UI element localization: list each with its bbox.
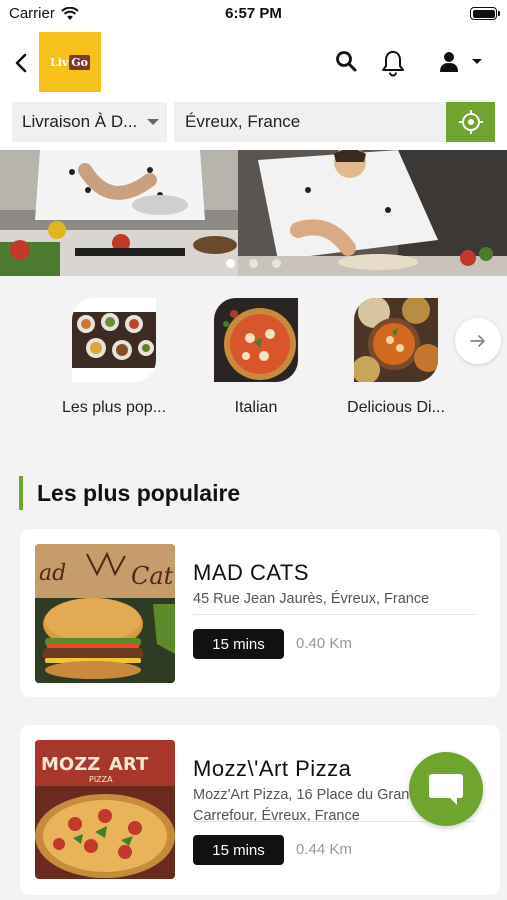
category-label: Italian: [234, 399, 278, 416]
restaurant-photo: MOZZ ART PIZZA: [35, 740, 175, 879]
search-icon: [336, 51, 357, 72]
promo-banner-carousel[interactable]: [0, 150, 507, 276]
category-thumb: [214, 298, 298, 382]
app-logo[interactable]: Liv Go: [39, 32, 101, 92]
status-time: 6:57 PM: [225, 5, 282, 22]
section-accent-bar: [19, 476, 23, 510]
banner-chef-image-right: [238, 150, 507, 276]
user-icon: [440, 52, 458, 72]
restaurant-name: Mozz\'Art Pizza: [193, 756, 352, 781]
svg-text:ad: ad: [39, 561, 66, 586]
locate-me-button[interactable]: [446, 102, 495, 142]
section-title: Les plus populaire: [37, 479, 241, 506]
battery-icon: [470, 7, 500, 20]
category-list: Les plus pop... Italian Delicious Di...: [0, 276, 507, 456]
logo-badge: Go: [69, 54, 91, 70]
account-menu[interactable]: [437, 48, 485, 76]
category-item-popular[interactable]: Les plus pop...: [59, 298, 169, 420]
restaurant-name: MAD CATS: [193, 560, 310, 585]
delivery-mode-value: Livraison À D...: [22, 112, 138, 131]
card-divider: [193, 614, 476, 615]
restaurant-card[interactable]: ad Cat MAD CATS 45 Rue Jean Jaurès, Évre…: [20, 529, 500, 697]
category-item-italian[interactable]: Italian: [201, 298, 311, 420]
bell-icon: [382, 51, 404, 77]
app-header: Liv Go: [0, 28, 507, 98]
restaurant-address: 45 Rue Jean Jaurès, Évreux, France: [193, 591, 430, 607]
address-input[interactable]: Évreux, France: [174, 102, 446, 142]
category-thumb: [354, 298, 438, 382]
svg-text:Cat: Cat: [131, 562, 174, 590]
svg-text:PIZZA: PIZZA: [89, 775, 113, 784]
restaurant-photo: ad Cat: [35, 544, 175, 683]
address-value: Évreux, France: [185, 112, 301, 131]
category-label: Les plus pop...: [61, 399, 167, 416]
notifications-button[interactable]: [379, 48, 407, 78]
banner-chef-image-left: [0, 150, 238, 276]
category-label: Delicious Di...: [347, 399, 445, 416]
caret-down-icon: [472, 59, 482, 64]
svg-text:ART: ART: [109, 754, 149, 775]
category-thumb: [72, 298, 156, 382]
status-bar: Carrier 6:57 PM: [0, 0, 507, 28]
search-filters: Livraison À D... Évreux, France: [0, 98, 507, 150]
svg-text:MOZZ: MOZZ: [41, 754, 100, 775]
carousel-dots: [0, 259, 507, 268]
back-button[interactable]: [8, 48, 34, 78]
chat-bubble-icon: [429, 774, 463, 805]
restaurant-distance: 0.40 Km: [296, 635, 352, 652]
chevron-left-icon: [15, 53, 27, 73]
restaurant-distance: 0.44 Km: [296, 841, 352, 858]
category-item-delicious[interactable]: Delicious Di...: [341, 298, 451, 420]
arrow-right-icon: [470, 335, 485, 347]
delivery-time-badge: 15 mins: [193, 835, 284, 865]
carousel-dot[interactable]: [272, 259, 281, 268]
categories-next-button[interactable]: [455, 318, 501, 364]
section-header: Les plus populaire: [19, 476, 240, 510]
delivery-mode-select[interactable]: Livraison À D...: [12, 102, 167, 142]
chat-fab-button[interactable]: [409, 752, 483, 826]
logo-text: Liv: [49, 55, 69, 69]
search-button[interactable]: [333, 48, 359, 74]
carousel-dot[interactable]: [249, 259, 258, 268]
dropdown-caret-icon: [147, 119, 159, 125]
carousel-dot[interactable]: [226, 259, 235, 268]
delivery-time-badge: 15 mins: [193, 629, 284, 659]
crosshair-icon: [458, 110, 483, 134]
